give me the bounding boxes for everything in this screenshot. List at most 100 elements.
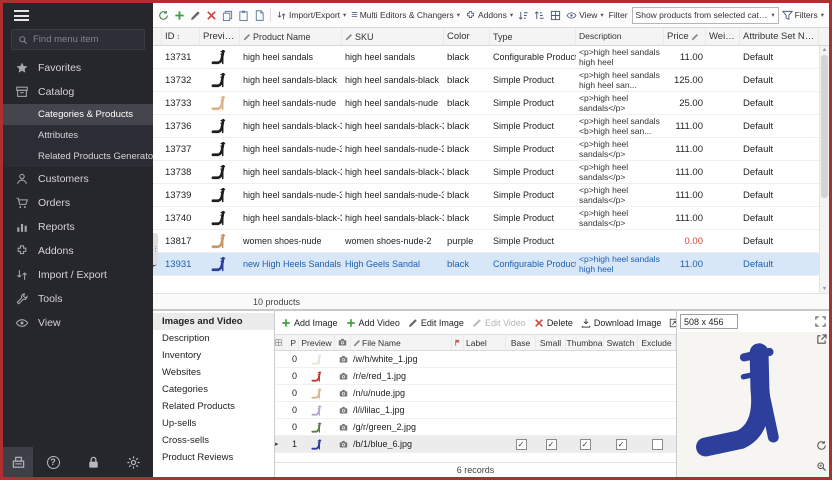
sidebar-item[interactable]: Tools <box>3 287 153 311</box>
col-header-weight[interactable]: Weight <box>706 28 740 45</box>
product-row[interactable]: 13738 high heel sandals-black-37 high he… <box>153 161 829 184</box>
sort-desc-button[interactable] <box>532 8 547 23</box>
swatch-checkbox[interactable] <box>604 439 638 450</box>
col-header-price[interactable]: Price <box>664 28 706 45</box>
copy-button[interactable] <box>220 8 235 23</box>
detail-tab[interactable]: Images and Video <box>153 313 274 330</box>
detail-tab[interactable]: Related Products <box>153 398 274 415</box>
filters-menu[interactable]: Filters▾ <box>780 8 826 23</box>
delete-product-button[interactable] <box>204 8 219 23</box>
sidebar-item[interactable]: Categories & Products <box>3 104 153 125</box>
col-header-sku[interactable]: SKU <box>342 28 444 45</box>
col-header-thumbnail[interactable]: Thumbna <box>566 335 604 350</box>
multi-editors-menu[interactable]: ≡ Multi Editors & Changers▾ <box>349 8 462 23</box>
edit-image-button[interactable]: Edit Image <box>408 318 464 328</box>
sidebar-item[interactable]: Addons <box>3 239 153 263</box>
sidebar-item[interactable]: Orders <box>3 191 153 215</box>
product-row[interactable]: 13817 women shoes-nude women shoes-nude-… <box>153 230 829 253</box>
col-header-id[interactable]: ID↕ <box>162 28 200 45</box>
menu-search-input[interactable] <box>33 34 138 45</box>
sidebar-item[interactable]: Import / Export <box>3 263 153 287</box>
rotate-image-icon[interactable] <box>816 440 827 451</box>
sidebar-item[interactable]: Customers <box>3 167 153 191</box>
import-export-menu[interactable]: Import/Export▾ <box>274 8 348 23</box>
columns-button[interactable] <box>548 8 563 23</box>
image-row[interactable]: 0 /r/e/red_1.jpg <box>275 368 676 385</box>
col-header-small[interactable]: Small <box>536 335 566 350</box>
detail-tab[interactable]: Websites <box>153 364 274 381</box>
add-video-button[interactable]: Add Video <box>346 318 400 328</box>
image-row[interactable]: 1 /b/1/blue_6.jpg <box>275 436 676 453</box>
exclude-checkbox[interactable] <box>638 439 676 450</box>
edit-product-button[interactable] <box>188 8 203 23</box>
product-row[interactable]: 13931 new High Heels Sandals High Geels … <box>153 253 829 276</box>
sidebar-search[interactable] <box>11 29 145 50</box>
menu-toggle-button[interactable] <box>3 3 153 28</box>
product-row[interactable]: 13739 high heel sandals-nude-37 high hee… <box>153 184 829 207</box>
image-row[interactable]: 0 /g/r/green_2.jpg <box>275 419 676 436</box>
product-row[interactable]: 13737 high heel sandals-nude-36 high hee… <box>153 138 829 161</box>
product-row[interactable]: 13732 high heel sandals-black high heel … <box>153 69 829 92</box>
edit-video-button[interactable]: Edit Video <box>472 318 526 328</box>
paste-button[interactable] <box>236 8 251 23</box>
col-header-image-preview[interactable]: Preview <box>299 335 335 350</box>
sidebar-item[interactable]: View <box>3 311 153 335</box>
sidebar-item[interactable]: Catalog <box>3 80 153 104</box>
col-header-product-name[interactable]: Product Name <box>240 28 342 45</box>
small-checkbox[interactable] <box>536 439 566 450</box>
set-resize-rule-button[interactable]: Set Resize Rule <box>669 318 676 328</box>
addons-menu[interactable]: Addons▾ <box>463 8 515 23</box>
col-header-attribute-set[interactable]: Attribute Set Name <box>740 28 819 45</box>
fullscreen-icon[interactable] <box>815 316 826 327</box>
col-header-description[interactable]: Description <box>576 28 664 45</box>
sidebar-item[interactable]: Related Products Generator <box>3 146 153 167</box>
col-header-preview[interactable]: Preview <box>200 28 240 45</box>
vertical-scrollbar[interactable]: ▲ ▼ <box>819 46 829 293</box>
scroll-down-arrow[interactable]: ▼ <box>820 286 829 292</box>
product-row[interactable]: 13740 high heel sandals-black-38 high he… <box>153 207 829 230</box>
sidebar-item[interactable]: Attributes <box>3 125 153 146</box>
help-icon[interactable]: ? <box>33 447 73 477</box>
pos-icon[interactable] <box>3 447 33 477</box>
detail-tab[interactable]: Categories <box>153 381 274 398</box>
col-header-label[interactable]: Label <box>464 335 506 350</box>
add-product-button[interactable] <box>172 8 187 23</box>
detail-tab[interactable]: Up-sells <box>153 415 274 432</box>
col-header-type[interactable]: Type <box>490 28 576 45</box>
image-row[interactable]: 0 /w/h/white_1.jpg <box>275 351 676 368</box>
col-header-base[interactable]: Base <box>506 335 536 350</box>
document-button[interactable] <box>252 8 267 23</box>
col-header-color[interactable]: Color <box>444 28 490 45</box>
add-image-button[interactable]: Add Image <box>281 318 338 328</box>
category-filter-select[interactable]: Show products from selected categories▾ <box>632 7 779 24</box>
detail-tab[interactable]: Inventory <box>153 347 274 364</box>
col-header-file-name[interactable]: File Name <box>351 335 452 350</box>
sort-asc-button[interactable] <box>516 8 531 23</box>
detail-tab[interactable]: Product Reviews <box>153 449 274 466</box>
download-image-button[interactable]: Download Image <box>581 318 662 328</box>
product-row[interactable]: 13733 high heel sandals-nude high heel s… <box>153 92 829 115</box>
scroll-up-arrow[interactable]: ▲ <box>820 47 829 53</box>
sidebar-item[interactable]: Reports <box>3 215 153 239</box>
delete-image-button[interactable]: Delete <box>534 318 573 328</box>
detail-tab[interactable]: Cross-sells <box>153 432 274 449</box>
image-row[interactable]: 0 /n/u/nude.jpg <box>275 385 676 402</box>
col-header-position[interactable]: P <box>283 335 299 350</box>
view-menu[interactable]: View▾ <box>564 8 606 23</box>
resize-dimensions-input[interactable] <box>680 314 738 329</box>
sidebar-item[interactable]: Favorites <box>3 56 153 80</box>
col-header-swatch[interactable]: Swatch <box>604 335 638 350</box>
refresh-button[interactable] <box>156 8 171 23</box>
open-external-icon[interactable] <box>816 334 827 345</box>
product-row[interactable]: 13736 high heel sandals-black-36 high he… <box>153 115 829 138</box>
image-row[interactable]: 0 /l/i/lilac_1.jpg <box>275 402 676 419</box>
detail-tab[interactable]: Description <box>153 330 274 347</box>
scrollbar-thumb[interactable] <box>821 55 828 198</box>
thumbnail-checkbox[interactable] <box>566 439 604 450</box>
settings-gear-icon[interactable] <box>113 447 153 477</box>
product-row[interactable]: 13731 high heel sandals high heel sandal… <box>153 46 829 69</box>
col-header-exclude[interactable]: Exclude <box>638 335 676 350</box>
lock-icon[interactable] <box>73 447 113 477</box>
panel-splitter-handle[interactable]: ⋮ <box>153 233 158 265</box>
base-checkbox[interactable] <box>506 439 536 450</box>
